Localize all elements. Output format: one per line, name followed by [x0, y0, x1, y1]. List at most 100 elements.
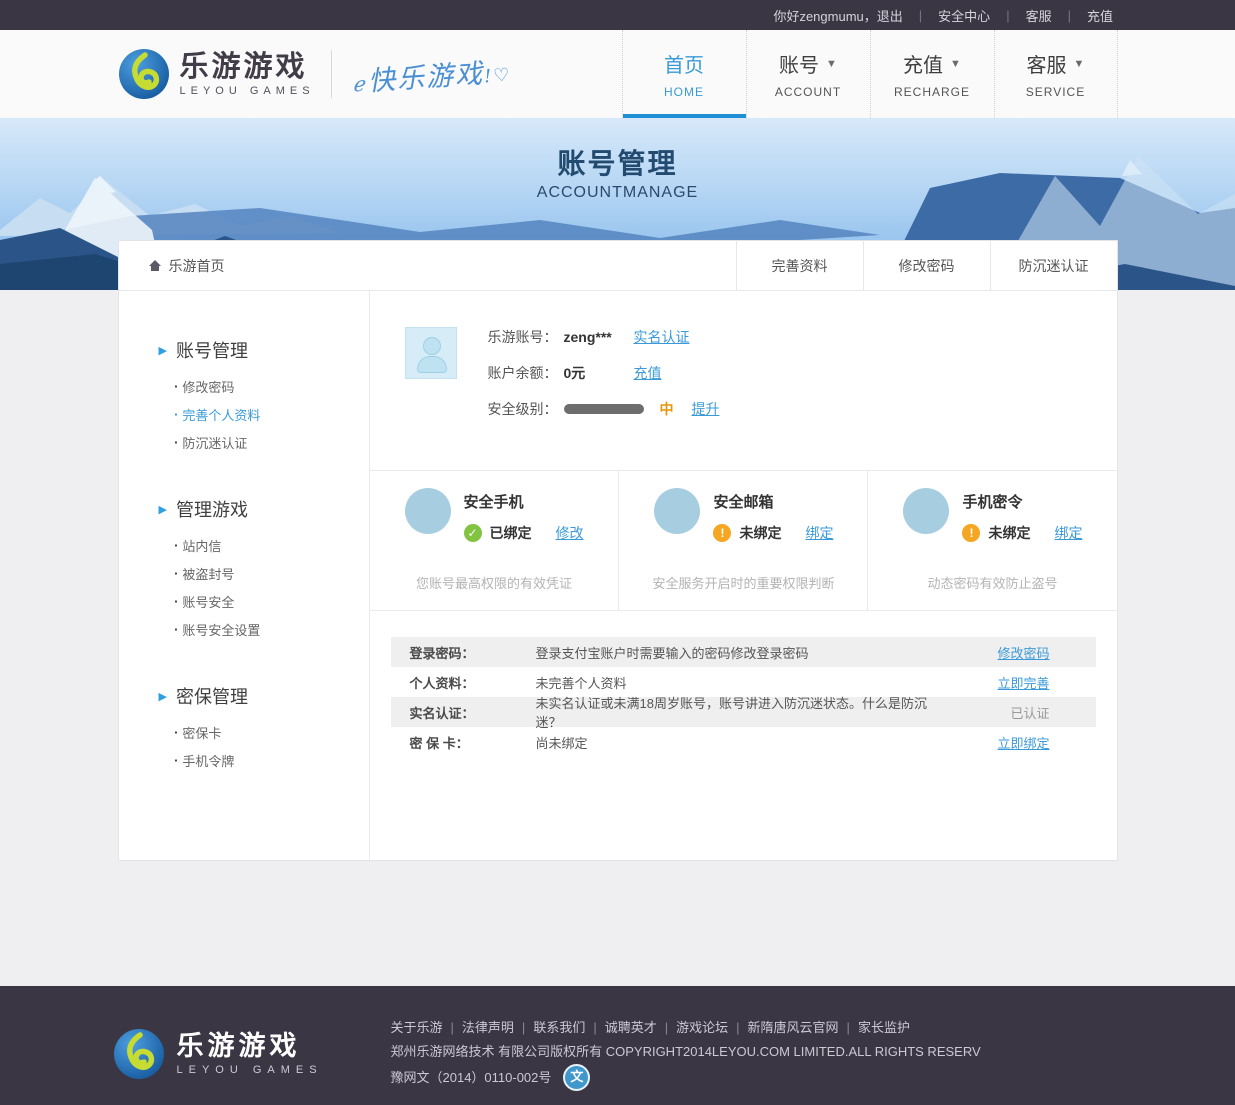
tab-anti-addiction[interactable]: 防沉迷认证 — [990, 241, 1117, 291]
sidebar-group-title-games[interactable]: ▶ 管理游戏 — [159, 496, 369, 522]
security-level-label: 安全级别： — [488, 399, 564, 419]
sidebar-item-stolen-banned[interactable]: ▪被盗封号 — [175, 564, 369, 583]
bullet-icon: ▪ — [175, 410, 178, 419]
nav-item-recharge[interactable]: 充值▼ RECHARGE — [870, 30, 994, 118]
nav-home-sublabel: HOME — [664, 85, 704, 99]
tab-change-password[interactable]: 修改密码 — [863, 241, 990, 291]
arrow-right-icon: ▶ — [159, 503, 167, 516]
chevron-down-icon: ▼ — [950, 58, 961, 70]
nav-home-label: 首页 — [664, 49, 704, 78]
sidebar-item-anti-addiction[interactable]: ▪防沉迷认证 — [175, 433, 369, 452]
bullet-icon: ▪ — [175, 756, 178, 765]
sidebar-group-title-secret[interactable]: ▶ 密保管理 — [159, 683, 369, 709]
sidebar-group-account: ▶ 账号管理 ▪修改密码 ▪完善个人资料 ▪防沉迷认证 — [159, 337, 369, 452]
footer-link-jobs[interactable]: 诚聘英才 — [605, 1016, 676, 1040]
recharge-link[interactable]: 充值 — [634, 363, 662, 383]
table-row-real-name: 实名认证： 未实名认证或未满18周岁账号，账号讲进入防沉迷状态。什么是防沉迷？ … — [391, 697, 1096, 727]
bullet-icon: ▪ — [175, 382, 178, 391]
chevron-down-icon: ▼ — [826, 58, 837, 70]
security-level-bar — [564, 404, 644, 414]
tabs: 完善资料 修改密码 防沉迷认证 — [736, 241, 1117, 291]
footer-link-contact[interactable]: 联系我们 — [533, 1016, 604, 1040]
sidebar-group-title-account[interactable]: ▶ 账号管理 — [159, 337, 369, 363]
card-title: 手机密令 — [962, 491, 1082, 512]
sidebar-item-account-security[interactable]: ▪账号安全 — [175, 592, 369, 611]
sidebar: ▶ 账号管理 ▪修改密码 ▪完善个人资料 ▪防沉迷认证 ▶ 管理游戏 — [119, 291, 370, 860]
tab-complete-profile[interactable]: 完善资料 — [736, 241, 863, 291]
bind-token-link[interactable]: 绑定 — [1054, 523, 1082, 543]
logo-text: 乐游游戏 LEYOU GAMES — [180, 52, 315, 97]
footer-link-forum[interactable]: 游戏论坛 — [676, 1016, 747, 1040]
row-label: 个人资料： — [391, 673, 536, 692]
bind-email-link[interactable]: 绑定 — [805, 523, 833, 543]
footer-link-legal[interactable]: 法律声明 — [462, 1016, 533, 1040]
security-level-value: 中 — [660, 399, 674, 419]
topbar-link-recharge[interactable]: 充值 — [1087, 6, 1113, 25]
user-greeting: 你好zengmumu， — [773, 6, 876, 25]
balance-value: 0元 — [564, 363, 634, 383]
verified-status: 已认证 — [936, 703, 1096, 722]
card-description: 动态密码有效防止盗号 — [868, 573, 1116, 592]
breadcrumb[interactable]: 乐游首页 — [119, 241, 225, 290]
account-value: zeng*** — [564, 329, 634, 345]
phone-icon — [405, 488, 451, 534]
footer-link-parental[interactable]: 家长监护 — [858, 1016, 910, 1040]
main-panel: 乐游账号： zeng*** 实名认证 账户余额： 0元 充值 安全级别： — [370, 291, 1117, 860]
logo-divider — [331, 50, 332, 98]
slogan-text: 快乐游戏 — [350, 49, 512, 99]
main-nav: 首页 HOME 账号▼ ACCOUNT 充值▼ RECHARGE 客服▼ SER… — [622, 30, 1118, 118]
topbar-link-service[interactable]: 客服 — [1026, 6, 1052, 25]
footer-license: 豫网文（2014）0110-002号 — [391, 1066, 552, 1090]
bullet-icon: ▪ — [175, 597, 178, 606]
sidebar-item-complete-profile[interactable]: ▪完善个人资料 — [175, 405, 369, 424]
nav-item-home[interactable]: 首页 HOME — [622, 30, 746, 118]
card-title: 安全邮箱 — [713, 491, 833, 512]
topbar-link-security-center[interactable]: 安全中心 — [938, 6, 990, 25]
security-upgrade-link[interactable]: 提升 — [692, 399, 720, 419]
footer-link-about[interactable]: 关于乐游 — [391, 1016, 462, 1040]
page-body: 乐游首页 完善资料 修改密码 防沉迷认证 ▶ 账号管理 ▪修改密码 ▪完善个人资 — [0, 240, 1235, 986]
nav-item-service[interactable]: 客服▼ SERVICE — [994, 30, 1118, 118]
arrow-right-icon: ▶ — [159, 690, 167, 703]
topbar-divider: | — [919, 8, 922, 23]
row-description: 登录支付宝账户时需要输入的密码修改登录密码 — [536, 643, 936, 662]
bullet-icon: ▪ — [175, 541, 178, 550]
logo[interactable]: 乐游游戏 LEYOU GAMES — [118, 48, 315, 100]
arrow-right-icon: ▶ — [159, 344, 167, 357]
culture-badge-icon: 文 — [563, 1064, 590, 1091]
warning-icon: ! — [713, 524, 731, 542]
footer-logo-subtitle: LEYOU GAMES — [177, 1064, 323, 1076]
bind-secret-card-link[interactable]: 立即绑定 — [936, 733, 1096, 752]
change-password-link[interactable]: 修改密码 — [936, 643, 1096, 662]
real-name-verify-link[interactable]: 实名认证 — [634, 327, 690, 347]
logout-link[interactable]: 退出 — [877, 6, 903, 25]
nav-recharge-sublabel: RECHARGE — [894, 85, 970, 99]
sidebar-item-change-password[interactable]: ▪修改密码 — [175, 377, 369, 396]
bullet-icon: ▪ — [175, 569, 178, 578]
footer-links: 关于乐游 法律声明 联系我们 诚聘英才 游戏论坛 新隋唐风云官网 家长监护 — [391, 1016, 981, 1040]
account-info-table: 登录密码： 登录支付宝账户时需要输入的密码修改登录密码 修改密码 个人资料： 未… — [391, 637, 1096, 757]
card-security-phone: 安全手机 ✓ 已绑定 修改 您账号最高权限的有效凭证 — [370, 471, 619, 610]
warning-icon: ! — [962, 524, 980, 542]
security-cards: 安全手机 ✓ 已绑定 修改 您账号最高权限的有效凭证 — [370, 471, 1117, 611]
account-row: 乐游账号： zeng*** 实名认证 — [488, 327, 720, 347]
row-label: 实名认证： — [391, 703, 536, 722]
complete-profile-link[interactable]: 立即完善 — [936, 673, 1096, 692]
topbar: 你好zengmumu， 退出 | 安全中心 | 客服 | 充值 — [0, 0, 1235, 30]
profile-section: 乐游账号： zeng*** 实名认证 账户余额： 0元 充值 安全级别： — [370, 291, 1117, 471]
sidebar-item-phone-token[interactable]: ▪手机令牌 — [175, 751, 369, 770]
bullet-icon: ▪ — [175, 438, 178, 447]
topbar-divider: | — [1006, 8, 1009, 23]
logo-sphere-icon — [118, 48, 170, 100]
sidebar-item-secret-card[interactable]: ▪密保卡 — [175, 723, 369, 742]
footer-logo-title: 乐游游戏 — [177, 1032, 323, 1060]
content-box: 乐游首页 完善资料 修改密码 防沉迷认证 ▶ 账号管理 ▪修改密码 ▪完善个人资 — [118, 240, 1118, 861]
sidebar-item-site-mail[interactable]: ▪站内信 — [175, 536, 369, 555]
nav-item-account[interactable]: 账号▼ ACCOUNT — [746, 30, 870, 118]
bullet-icon: ▪ — [175, 728, 178, 737]
nav-service-label: 客服 — [1027, 49, 1067, 78]
modify-phone-link[interactable]: 修改 — [556, 523, 584, 543]
sidebar-item-security-settings[interactable]: ▪账号安全设置 — [175, 620, 369, 639]
chevron-down-icon: ▼ — [1074, 58, 1085, 70]
footer-link-game-site[interactable]: 新隋唐风云官网 — [748, 1016, 858, 1040]
